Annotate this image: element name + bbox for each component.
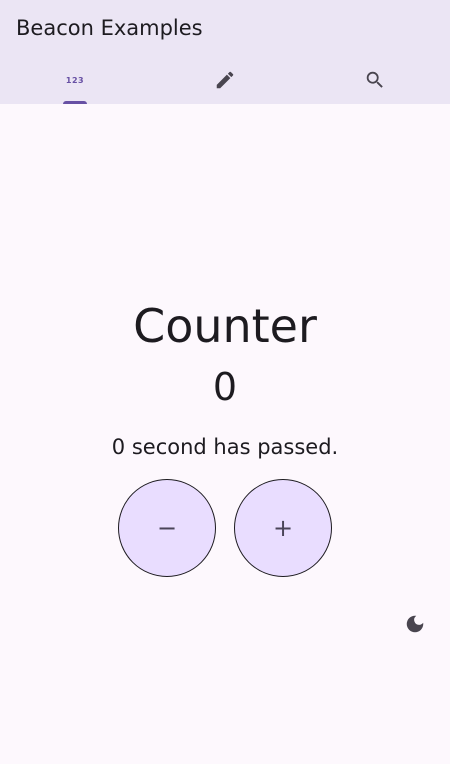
increment-button[interactable]: +	[234, 479, 332, 577]
numbers-icon: 123	[63, 68, 87, 92]
tab-edit[interactable]	[150, 56, 300, 104]
theme-toggle-button[interactable]	[403, 614, 427, 638]
dark-mode-icon	[404, 613, 426, 639]
counter-title: Counter	[133, 299, 317, 353]
search-icon	[363, 68, 387, 92]
numbers-icon-text: 123	[65, 75, 85, 85]
app-title: Beacon Examples	[16, 16, 203, 40]
tab-counter[interactable]: 123	[0, 56, 150, 104]
counter-value: 0	[212, 365, 238, 409]
tab-bar: 123	[0, 56, 450, 104]
counter-page: Counter 0 0 second has passed. − +	[0, 104, 450, 764]
app-bar: Beacon Examples 123	[0, 0, 450, 104]
elapsed-time-text: 0 second has passed.	[111, 435, 339, 459]
tab-search[interactable]	[300, 56, 450, 104]
decrement-button[interactable]: −	[118, 479, 216, 577]
edit-icon	[213, 68, 237, 92]
